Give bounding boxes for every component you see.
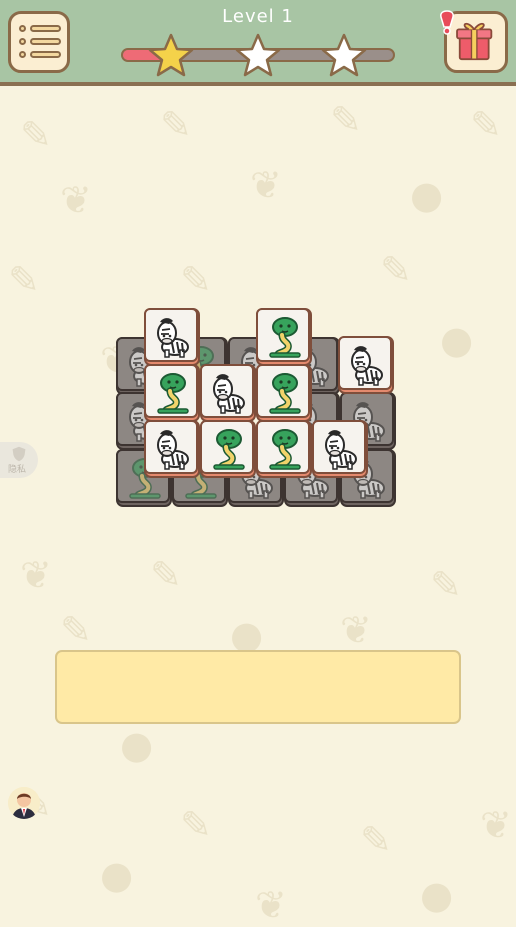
tile-tray — [55, 650, 461, 724]
tile-top-cobra-5[interactable] — [256, 364, 312, 422]
user-avatar-icon[interactable] — [8, 787, 40, 819]
tile-top-zebra-6[interactable] — [144, 420, 200, 478]
tile-top-cobra-3[interactable] — [144, 364, 200, 422]
tile-top-cobra-7[interactable] — [200, 420, 256, 478]
tile-top-zebra-2[interactable] — [338, 336, 394, 394]
privacy-badge[interactable]: 隐私 — [0, 442, 38, 478]
tile-top-zebra-9[interactable] — [312, 420, 368, 478]
tile-top-zebra-0[interactable] — [144, 308, 200, 366]
shield-icon — [12, 446, 26, 462]
tile-top-cobra-1[interactable] — [256, 308, 312, 366]
tile-board — [0, 0, 516, 918]
tile-top-zebra-4[interactable] — [200, 364, 256, 422]
privacy-label: 隐私 — [8, 465, 27, 475]
tile-top-cobra-8[interactable] — [256, 420, 312, 478]
